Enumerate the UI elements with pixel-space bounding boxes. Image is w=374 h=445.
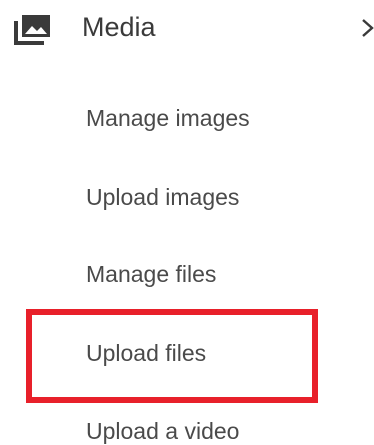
submenu-item-manage-files[interactable]: Manage files <box>86 259 216 289</box>
submenu-item-manage-images[interactable]: Manage images <box>86 103 250 133</box>
submenu-item-upload-images[interactable]: Upload images <box>86 182 239 212</box>
submenu-item-upload-files[interactable]: Upload files <box>86 338 206 368</box>
submenu-item-upload-a-video[interactable]: Upload a video <box>86 416 239 445</box>
media-submenu: Manage images Upload images Manage files… <box>0 0 374 445</box>
